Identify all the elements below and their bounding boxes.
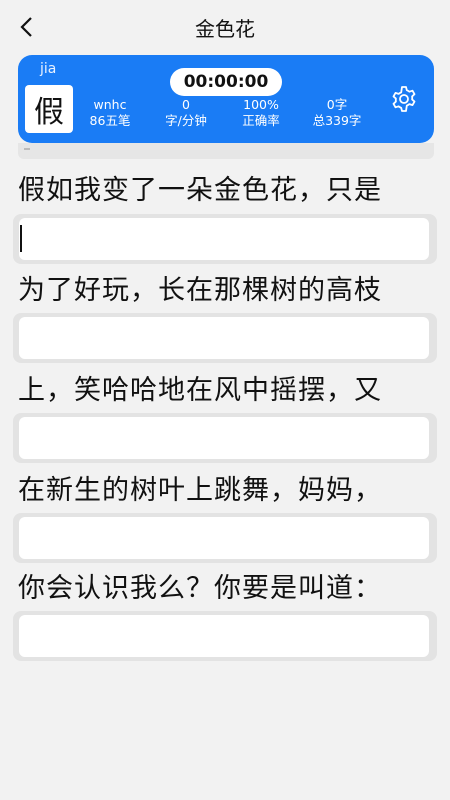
stat-progress-value: 0字 [326,97,348,112]
pinyin-label: jia [40,61,57,77]
settings-button[interactable] [390,85,418,113]
stat-speed-label: 字/分钟 [165,113,207,128]
timer-display: 00:00:00 [170,68,282,96]
typing-status-panel: jia 假 00:00:00 wnhc 86五笔 0 字/分钟 100% 正确率… [18,55,434,143]
typing-input-3[interactable] [19,417,429,459]
input-row-4 [13,513,437,563]
input-row-3 [13,413,437,463]
current-character: 假 [25,85,73,133]
stat-code-value: wnhc [93,97,127,112]
page-title: 金色花 [195,16,255,41]
stat-code: wnhc 86五笔 [75,97,145,129]
gear-icon [392,86,416,112]
typing-input-5[interactable] [19,615,429,657]
typing-input-4[interactable] [19,517,429,559]
back-button[interactable] [14,14,40,40]
source-line-3: 上，笑哈哈地在风中摇摆，又 [18,375,382,406]
stat-speed: 0 字/分钟 [151,97,221,129]
stat-code-label: 86五笔 [89,113,131,128]
typing-input-2[interactable] [19,317,429,359]
stat-accuracy-label: 正确率 [242,113,280,128]
chevron-left-icon [20,17,32,37]
stat-accuracy-value: 100% [243,97,279,112]
stat-progress-label: 总339字 [312,113,362,128]
input-row-1 [13,214,437,264]
progress-strip [18,143,434,159]
input-row-5 [13,611,437,661]
text-caret [20,225,22,252]
stat-accuracy: 100% 正确率 [226,97,296,129]
source-line-2: 为了好玩，长在那棵树的高枝 [18,275,382,306]
stat-speed-value: 0 [182,97,190,112]
input-row-2 [13,313,437,363]
source-line-4: 在新生的树叶上跳舞，妈妈， [18,475,382,506]
source-line-1: 假如我变了一朵金色花，只是 [18,175,382,206]
typing-input-1[interactable] [19,218,429,260]
top-bar: 金色花 [0,0,450,54]
source-line-5: 你会认识我么？你要是叫道： [18,573,382,604]
stat-progress: 0字 总339字 [302,97,372,129]
